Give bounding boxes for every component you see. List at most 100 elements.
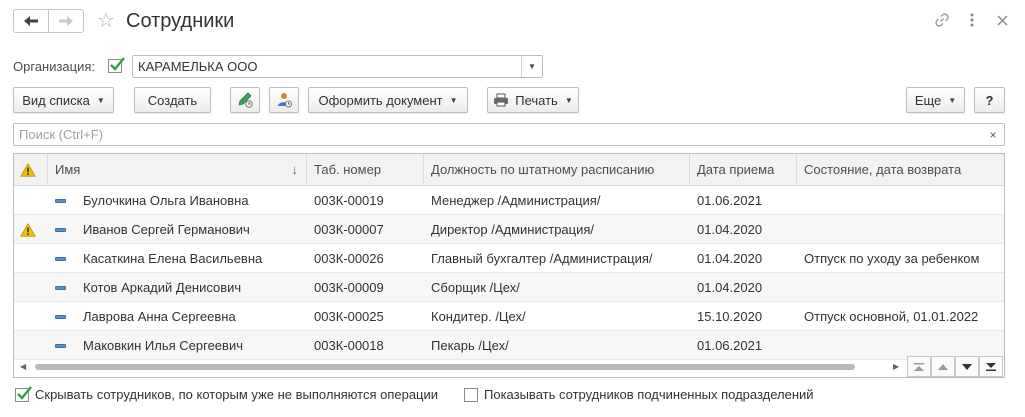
dropdown-arrow-icon[interactable]: ▼ bbox=[521, 56, 542, 77]
cell-name: Иванов Сергей Германович bbox=[83, 222, 250, 237]
table-row[interactable]: Лаврова Анна Сергеевна 003К-00025 Кондит… bbox=[14, 302, 1004, 331]
employee-marker-icon bbox=[55, 257, 66, 261]
link-icon[interactable] bbox=[932, 10, 952, 30]
cell-status bbox=[797, 186, 1004, 215]
clear-search-icon[interactable]: × bbox=[982, 124, 1004, 145]
organization-label: Организация: bbox=[13, 59, 96, 74]
more-label: Еще bbox=[914, 92, 942, 108]
cell-hire-date: 01.04.2020 bbox=[697, 251, 763, 266]
hide-inactive-checkbox[interactable] bbox=[15, 386, 32, 402]
cell-hire-date: 15.10.2020 bbox=[697, 309, 763, 324]
table-header: Имя ↓ Таб. номер Должность по штатному р… bbox=[14, 154, 1004, 186]
checkmark-icon bbox=[17, 386, 32, 400]
cell-name: Касаткина Елена Васильевна bbox=[83, 251, 263, 266]
chevron-down-icon: ▼ bbox=[96, 95, 105, 105]
cell-status bbox=[797, 215, 1004, 244]
cell-position: Кондитер. /Цех/ bbox=[431, 309, 526, 324]
warning-icon bbox=[20, 163, 36, 177]
print-button[interactable]: Печать ▼ bbox=[487, 87, 579, 113]
cell-tab-number: 003К-00007 bbox=[314, 222, 384, 237]
organization-select[interactable]: КАРАМЕЛЬКА ООО ▼ bbox=[132, 55, 543, 78]
person-icon bbox=[278, 93, 292, 108]
cell-status: Отпуск по уходу за ребенком bbox=[804, 251, 980, 266]
table-row[interactable]: Иванов Сергей Германович 003К-00007 Дире… bbox=[14, 215, 1004, 244]
issue-document-button[interactable]: Оформить документ ▼ bbox=[308, 87, 468, 113]
search-box[interactable]: × bbox=[13, 123, 1005, 146]
cell-status bbox=[797, 273, 1004, 302]
close-icon[interactable] bbox=[992, 10, 1012, 30]
employee-marker-icon bbox=[55, 199, 66, 203]
scroll-down-button[interactable] bbox=[955, 356, 979, 377]
column-header-position[interactable]: Должность по штатному расписанию bbox=[424, 154, 690, 186]
cell-name: Лаврова Анна Сергеевна bbox=[83, 309, 236, 324]
cell-hire-date: 01.04.2020 bbox=[697, 222, 763, 237]
cell-position: Сборщик /Цех/ bbox=[431, 280, 520, 295]
employee-marker-icon bbox=[55, 228, 66, 232]
cell-status: Отпуск основной, 01.01.2022 bbox=[804, 309, 979, 324]
show-subordinate-label[interactable]: Показывать сотрудников подчиненных подра… bbox=[484, 387, 814, 402]
column-header-name[interactable]: Имя ↓ bbox=[48, 154, 307, 186]
show-subordinate-checkbox[interactable] bbox=[464, 388, 478, 402]
list-navigation bbox=[907, 356, 1003, 377]
help-label: ? bbox=[985, 92, 994, 108]
sort-down-icon: ↓ bbox=[291, 162, 299, 177]
arrow-right-icon bbox=[59, 16, 73, 26]
chevron-down-icon: ▼ bbox=[948, 95, 957, 105]
triangle-up-icon bbox=[938, 363, 948, 370]
column-header-status[interactable]: Состояние, дата возврата bbox=[797, 154, 1004, 186]
hide-inactive-label[interactable]: Скрывать сотрудников, по которым уже не … bbox=[35, 387, 438, 402]
cell-name: Котов Аркадий Денисович bbox=[83, 280, 242, 295]
employees-table[interactable]: Имя ↓ Таб. номер Должность по штатному р… bbox=[13, 153, 1005, 378]
view-list-button[interactable]: Вид списка ▼ bbox=[13, 87, 114, 113]
cell-tab-number: 003К-00026 bbox=[314, 251, 384, 266]
cell-position: Главный бухгалтер /Администрация/ bbox=[431, 251, 653, 266]
employee-history-button[interactable] bbox=[269, 87, 299, 113]
favorite-star-icon[interactable]: ☆ bbox=[97, 9, 115, 33]
go-to-first-button[interactable] bbox=[907, 356, 931, 377]
first-page-icon bbox=[914, 362, 924, 371]
scrollbar-track[interactable] bbox=[35, 364, 890, 370]
scroll-up-button[interactable] bbox=[931, 356, 955, 377]
cell-hire-date: 01.04.2020 bbox=[697, 280, 763, 295]
cell-name: Маковкин Илья Сергеевич bbox=[83, 338, 243, 353]
table-row[interactable]: Котов Аркадий Денисович 003К-00009 Сборщ… bbox=[14, 273, 1004, 302]
create-label: Создать bbox=[147, 92, 198, 108]
employee-marker-icon bbox=[55, 315, 66, 319]
cell-tab-number: 003К-00019 bbox=[314, 193, 384, 208]
organization-value: КАРАМЕЛЬКА ООО bbox=[138, 59, 258, 74]
scrollbar-thumb[interactable] bbox=[35, 364, 855, 370]
page-title: Сотрудники bbox=[126, 10, 235, 32]
column-header-hire-date[interactable]: Дата приема bbox=[690, 154, 797, 186]
triangle-down-icon bbox=[962, 363, 972, 370]
column-header-warning[interactable] bbox=[14, 154, 48, 186]
forward-button[interactable] bbox=[48, 9, 84, 33]
scroll-right-icon[interactable]: ▶ bbox=[893, 362, 899, 371]
column-header-tab-number[interactable]: Таб. номер bbox=[307, 154, 424, 186]
cell-hire-date: 01.06.2021 bbox=[697, 193, 763, 208]
back-button[interactable] bbox=[13, 9, 49, 33]
edit-employee-button[interactable] bbox=[230, 87, 260, 113]
table-row[interactable]: Касаткина Елена Васильевна 003К-00026 Гл… bbox=[14, 244, 1004, 273]
horizontal-scrollbar[interactable]: ◀ ▶ bbox=[15, 358, 903, 376]
go-to-last-button[interactable] bbox=[979, 356, 1003, 377]
create-button[interactable]: Создать bbox=[134, 87, 211, 113]
cell-position: Директор /Администрация/ bbox=[431, 222, 595, 237]
table-row[interactable]: Маковкин Илья Сергеевич 003К-00018 Пекар… bbox=[14, 331, 1004, 360]
cell-position: Менеджер /Администрация/ bbox=[431, 193, 601, 208]
employee-marker-icon bbox=[55, 286, 66, 290]
cell-tab-number: 003К-00009 bbox=[314, 280, 384, 295]
scroll-left-icon[interactable]: ◀ bbox=[20, 362, 26, 371]
more-button[interactable]: Еще ▼ bbox=[906, 87, 965, 113]
cell-tab-number: 003К-00018 bbox=[314, 338, 384, 353]
employee-marker-icon bbox=[55, 344, 66, 348]
help-button[interactable]: ? bbox=[974, 87, 1005, 113]
cell-tab-number: 003К-00025 bbox=[314, 309, 384, 324]
cell-position: Пекарь /Цех/ bbox=[431, 338, 509, 353]
chevron-down-icon: ▼ bbox=[564, 95, 573, 105]
cell-name: Булочкина Ольга Ивановна bbox=[83, 193, 249, 208]
edit-pencil-icon bbox=[238, 92, 253, 108]
more-vertical-icon[interactable] bbox=[962, 10, 982, 30]
search-input[interactable] bbox=[14, 124, 982, 145]
organization-filter-checkbox[interactable] bbox=[108, 57, 125, 73]
table-row[interactable]: Булочкина Ольга Ивановна 003К-00019 Мене… bbox=[14, 186, 1004, 215]
